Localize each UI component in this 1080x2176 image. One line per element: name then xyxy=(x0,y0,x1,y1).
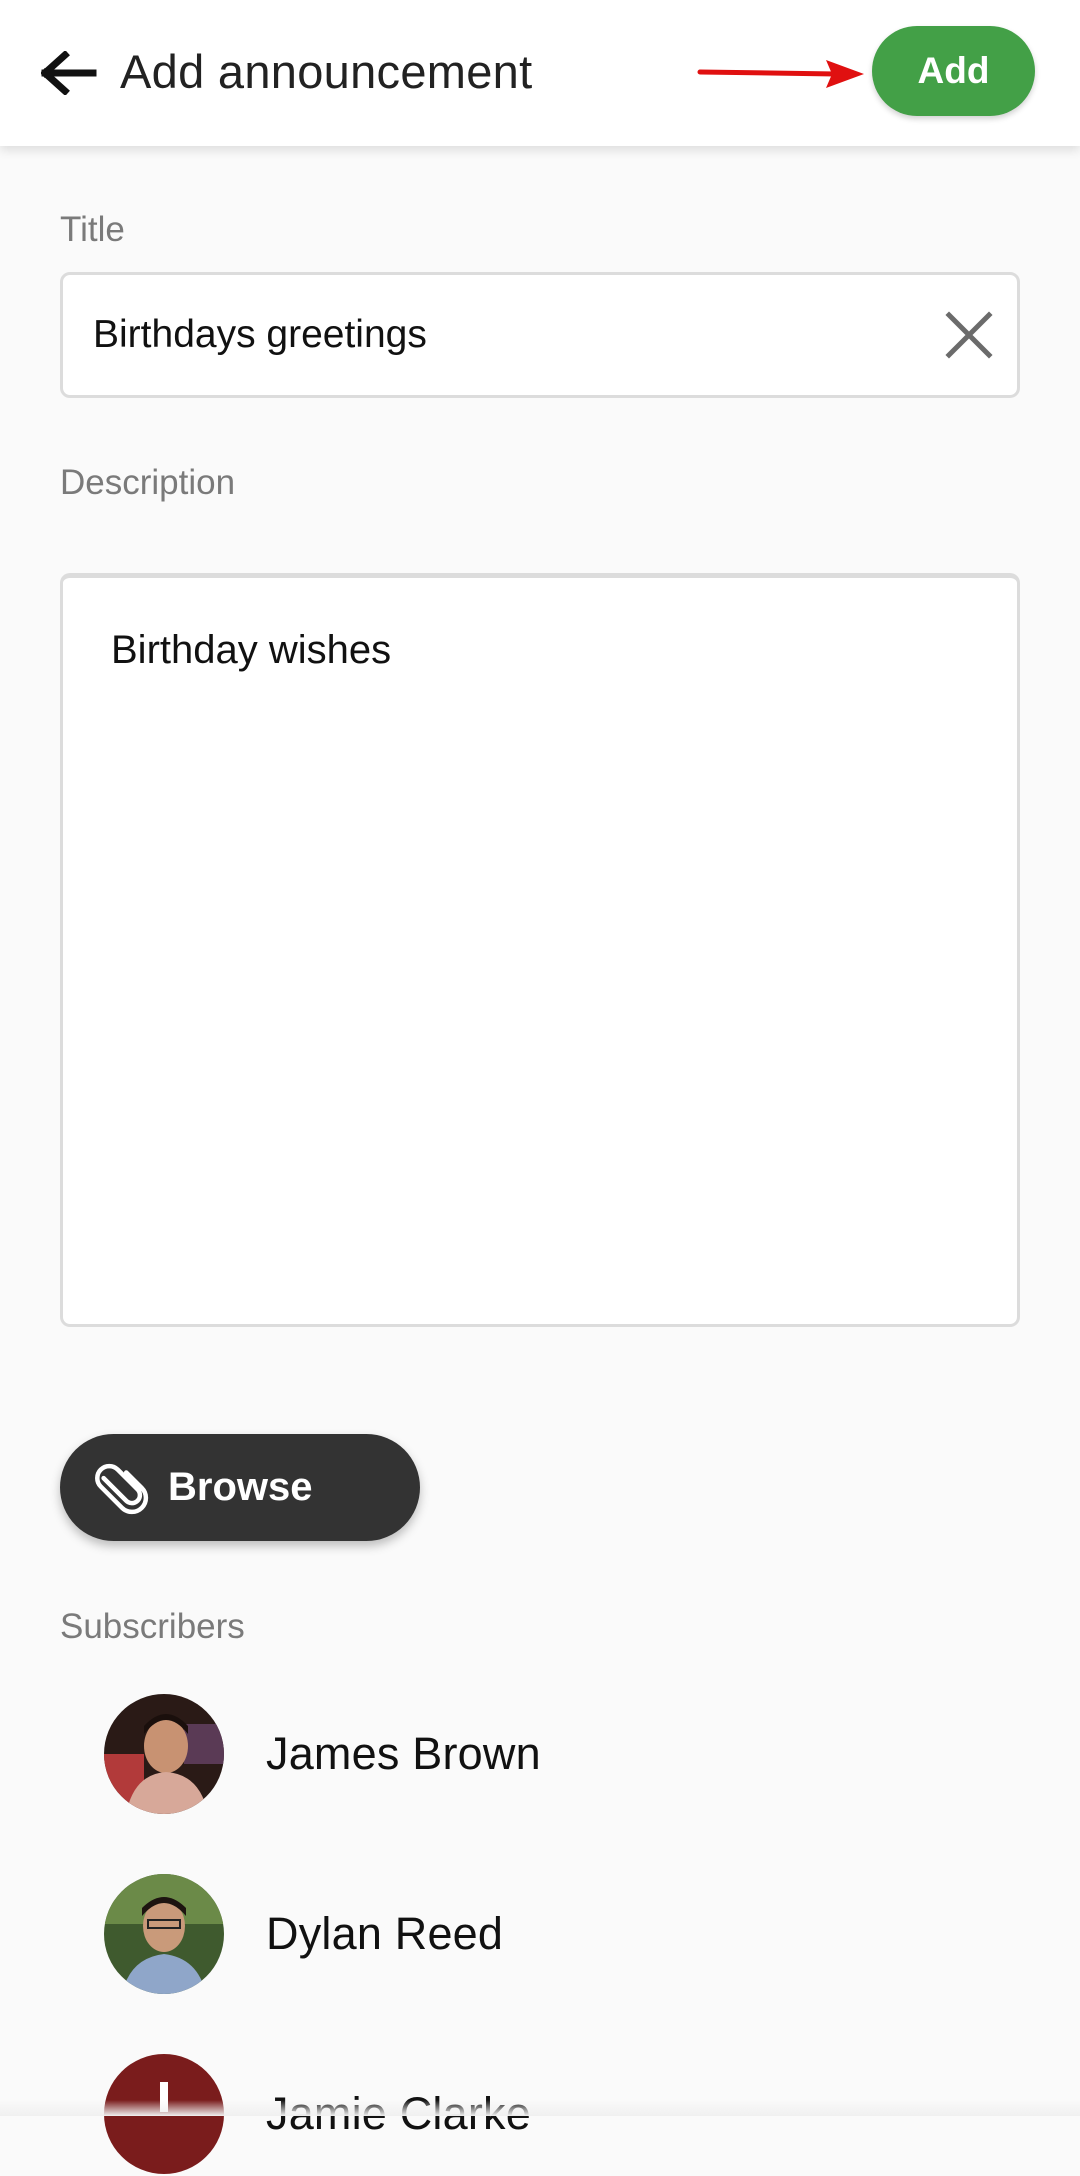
browse-label: Browse xyxy=(168,1465,313,1509)
paperclip-icon xyxy=(95,1463,149,1515)
close-icon xyxy=(945,311,993,359)
subscriber-item[interactable]: Dylan Reed xyxy=(104,1874,1004,1996)
avatar xyxy=(104,1694,224,1814)
description-input-value[interactable]: Birthday wishes xyxy=(111,628,391,673)
subscriber-name: Dylan Reed xyxy=(266,1908,504,1959)
add-button[interactable]: Add xyxy=(872,26,1035,116)
browse-button[interactable]: Browse xyxy=(60,1434,420,1541)
app-bar: Add announcement Add xyxy=(0,0,1080,146)
description-label: Description xyxy=(60,463,236,502)
subscribers-label: Subscribers xyxy=(60,1607,245,1646)
description-field[interactable]: Birthday wishes xyxy=(60,573,1020,1327)
title-input-value[interactable]: Birthdays greetings xyxy=(93,275,427,395)
back-button[interactable] xyxy=(34,42,104,104)
page-title: Add announcement xyxy=(120,45,533,98)
annotation-arrow-icon xyxy=(697,60,864,88)
avatar xyxy=(104,1874,224,1994)
title-label: Title xyxy=(60,210,125,249)
bottom-fade xyxy=(0,2100,1080,2116)
arrow-left-icon xyxy=(41,51,97,95)
title-field[interactable]: Birthdays greetings xyxy=(60,272,1020,398)
subscriber-name: James Brown xyxy=(266,1728,541,1779)
clear-title-button[interactable] xyxy=(943,309,995,361)
subscriber-item[interactable]: James Brown xyxy=(104,1694,1004,1816)
